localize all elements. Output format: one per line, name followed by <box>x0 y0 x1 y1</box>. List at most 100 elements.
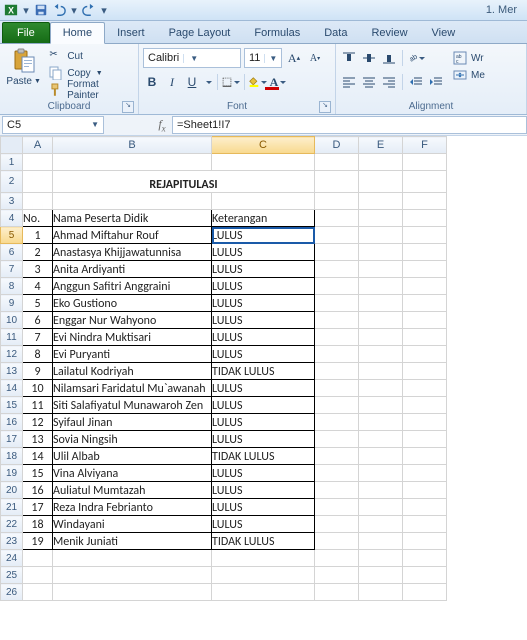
cell[interactable] <box>315 154 359 171</box>
font-launcher[interactable]: ↘ <box>319 101 331 113</box>
cell-no[interactable]: 9 <box>23 363 53 380</box>
cell-ket[interactable]: LULUS <box>212 244 315 261</box>
cell-ket[interactable]: TIDAK LULUS <box>212 448 315 465</box>
row-header-4[interactable]: 4 <box>1 210 23 227</box>
cell[interactable] <box>359 397 403 414</box>
cell[interactable] <box>315 397 359 414</box>
decrease-font-button[interactable]: A▾ <box>306 49 324 67</box>
title-cell[interactable]: REJAPITULASI <box>53 171 315 193</box>
tab-page-layout[interactable]: Page Layout <box>157 23 243 43</box>
cell-nama[interactable]: Anita Ardiyanti <box>53 261 212 278</box>
font-size-combo[interactable]: 11▼ <box>244 48 282 68</box>
cell[interactable] <box>23 550 53 567</box>
cell[interactable] <box>403 329 447 346</box>
cell[interactable] <box>315 261 359 278</box>
align-left-button[interactable] <box>340 73 358 91</box>
cell-nama[interactable]: Anggun Safitri Anggraini <box>53 278 212 295</box>
row-header-1[interactable]: 1 <box>1 154 23 171</box>
name-box[interactable]: C5▼ <box>2 116 104 134</box>
undo-icon[interactable] <box>52 3 66 17</box>
borders-button[interactable] <box>222 73 240 91</box>
cell[interactable] <box>359 380 403 397</box>
cell[interactable] <box>359 329 403 346</box>
italic-button[interactable]: I <box>163 73 181 91</box>
cell[interactable] <box>359 295 403 312</box>
cell-no[interactable]: 17 <box>23 499 53 516</box>
format-painter-button[interactable]: Format Painter <box>47 82 134 98</box>
cell[interactable] <box>53 193 212 210</box>
cell[interactable] <box>315 346 359 363</box>
cell[interactable] <box>315 499 359 516</box>
cell[interactable] <box>403 363 447 380</box>
cell[interactable] <box>23 584 53 601</box>
row-header-7[interactable]: 7 <box>1 261 23 278</box>
fx-icon[interactable]: fx <box>152 117 172 133</box>
cell-no[interactable]: 4 <box>23 278 53 295</box>
decrease-indent-button[interactable] <box>407 73 425 91</box>
row-header-13[interactable]: 13 <box>1 363 23 380</box>
cell[interactable] <box>359 584 403 601</box>
cell-ket[interactable]: LULUS <box>212 431 315 448</box>
cell-nama[interactable]: Menik Juniati <box>53 533 212 550</box>
cell[interactable] <box>359 244 403 261</box>
cell[interactable] <box>403 193 447 210</box>
cell[interactable] <box>23 193 53 210</box>
cell-ket[interactable]: TIDAK LULUS <box>212 363 315 380</box>
font-name-combo[interactable]: Calibri▼ <box>143 48 241 68</box>
cell-no[interactable]: 14 <box>23 448 53 465</box>
cell-nama[interactable]: Eko Gustiono <box>53 295 212 312</box>
row-header-23[interactable]: 23 <box>1 533 23 550</box>
cell[interactable] <box>359 567 403 584</box>
cell[interactable] <box>315 550 359 567</box>
clipboard-launcher[interactable]: ↘ <box>122 101 134 113</box>
row-header-17[interactable]: 17 <box>1 431 23 448</box>
cell[interactable] <box>359 171 403 193</box>
align-top-button[interactable] <box>340 49 358 67</box>
cell[interactable] <box>315 567 359 584</box>
underline-dropdown[interactable] <box>203 73 213 91</box>
cell[interactable] <box>315 431 359 448</box>
cell[interactable] <box>212 584 315 601</box>
formula-bar[interactable]: =Sheet1!I7 <box>172 116 527 134</box>
cell[interactable] <box>315 227 359 244</box>
cell[interactable] <box>403 346 447 363</box>
cell-no[interactable]: 7 <box>23 329 53 346</box>
cell[interactable] <box>315 278 359 295</box>
cell-ket[interactable]: TIDAK LULUS <box>212 533 315 550</box>
header-no[interactable]: No. <box>23 210 53 227</box>
qat-customize-dropdown[interactable]: ▾ <box>100 3 108 17</box>
cell[interactable] <box>359 533 403 550</box>
cell[interactable] <box>359 193 403 210</box>
cut-button[interactable]: ✂Cut <box>47 48 134 64</box>
cell-ket[interactable]: LULUS <box>212 482 315 499</box>
worksheet[interactable]: ABCDEF12REJAPITULASI34No.Nama Peserta Di… <box>0 136 527 601</box>
cell-no[interactable]: 12 <box>23 414 53 431</box>
cell-ket[interactable]: LULUS <box>212 329 315 346</box>
cell[interactable] <box>315 210 359 227</box>
cell[interactable] <box>359 448 403 465</box>
col-header-C[interactable]: C <box>212 137 315 154</box>
cell-ket[interactable]: LULUS <box>212 380 315 397</box>
cell-nama[interactable]: Reza Indra Febrianto <box>53 499 212 516</box>
cell-nama[interactable]: Windayani <box>53 516 212 533</box>
cell[interactable] <box>212 567 315 584</box>
row-header-8[interactable]: 8 <box>1 278 23 295</box>
cell[interactable] <box>315 295 359 312</box>
increase-indent-button[interactable] <box>427 73 445 91</box>
cell-no[interactable]: 2 <box>23 244 53 261</box>
row-header-12[interactable]: 12 <box>1 346 23 363</box>
cell[interactable] <box>403 171 447 193</box>
cell[interactable] <box>315 516 359 533</box>
tab-formulas[interactable]: Formulas <box>242 23 312 43</box>
cell-nama[interactable]: Enggar Nur Wahyono <box>53 312 212 329</box>
cell[interactable] <box>403 414 447 431</box>
cell-nama[interactable]: Evi Puryanti <box>53 346 212 363</box>
cell[interactable] <box>315 448 359 465</box>
cell[interactable] <box>359 261 403 278</box>
cell[interactable] <box>315 482 359 499</box>
cell[interactable] <box>359 431 403 448</box>
cell[interactable] <box>315 533 359 550</box>
cell[interactable] <box>212 193 315 210</box>
row-header-18[interactable]: 18 <box>1 448 23 465</box>
cell[interactable] <box>403 516 447 533</box>
